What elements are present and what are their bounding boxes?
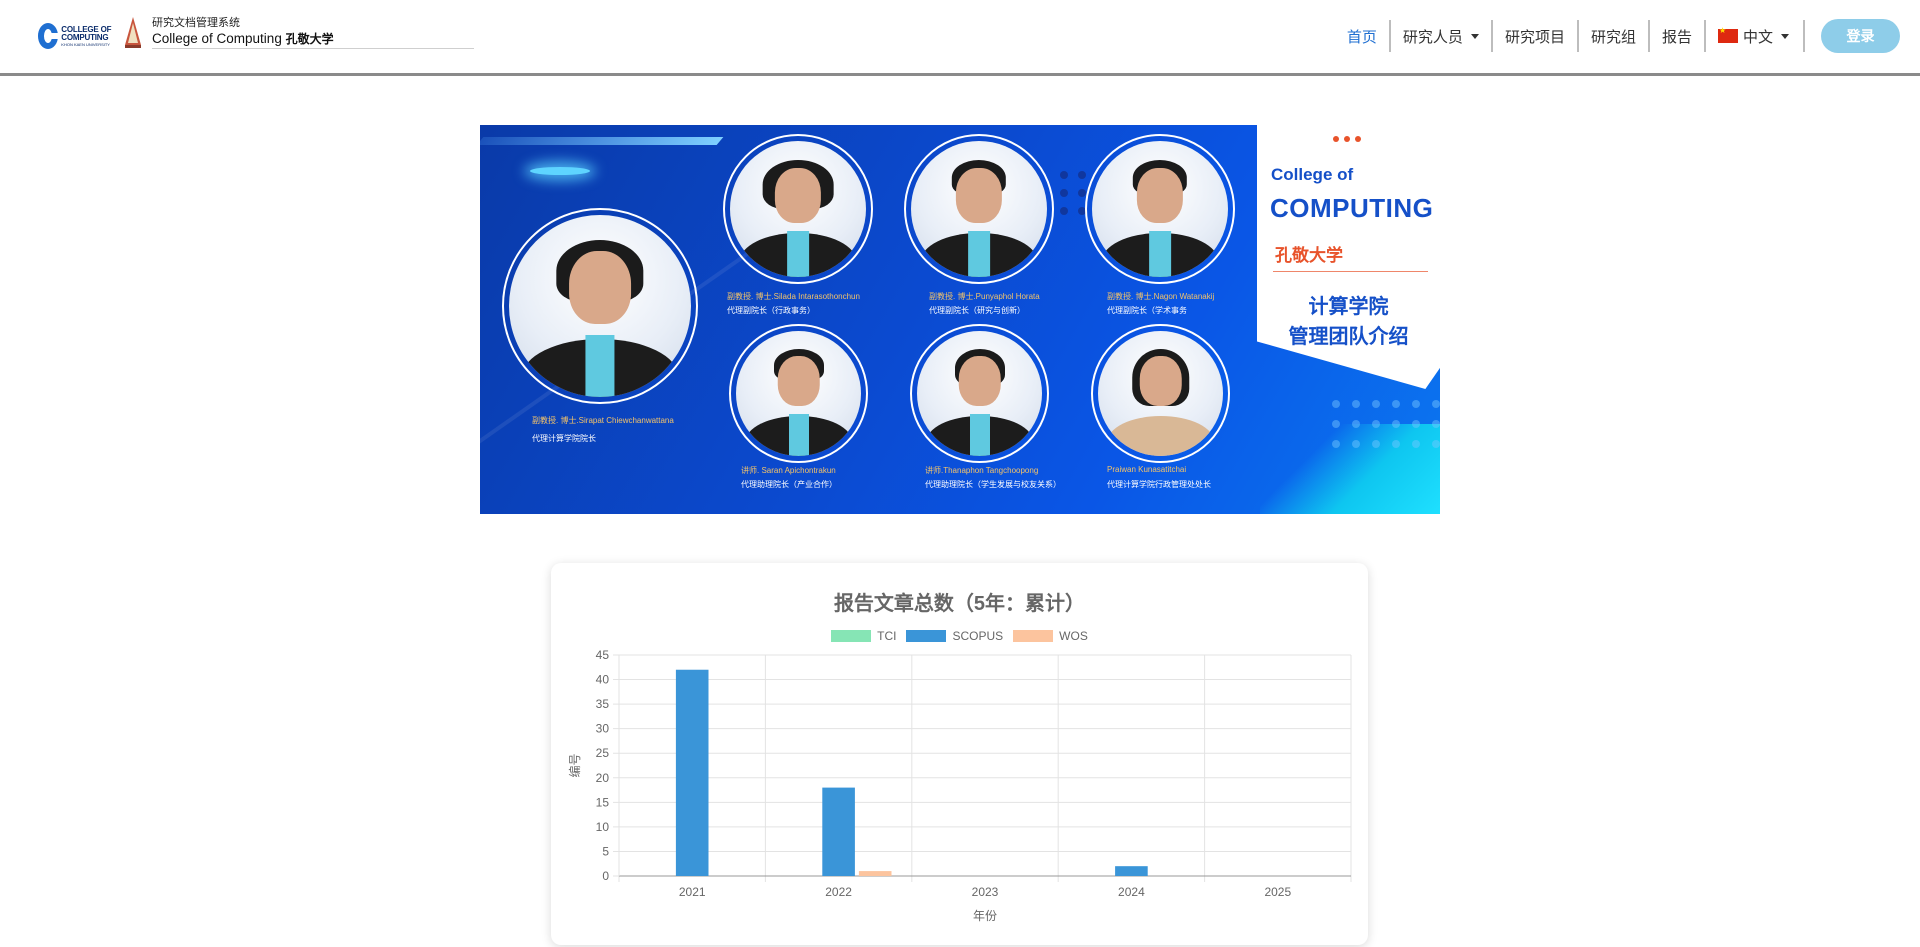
dots-decoration (1333, 136, 1361, 142)
y-tick-label: 10 (596, 820, 610, 834)
person-name: 副教授. 博士.Punyaphol Horata (929, 292, 1040, 301)
person-name: 副教授. 博士.Silada Intarasothonchun (727, 292, 860, 301)
person-name: 讲师.Thanaphon Tangchoopong (925, 466, 1039, 475)
nav-researchers-label: 研究人员 (1402, 28, 1463, 46)
logo-small-text: KHON KAEN UNIVERSITY (61, 41, 110, 47)
card-title-line2: 管理团队介绍 (1288, 326, 1409, 348)
nav-projects[interactable]: 研究项目 (1493, 20, 1579, 52)
person-name: 副教授. 博士.Nagon Watanakij (1107, 292, 1215, 301)
y-tick-label: 25 (596, 746, 610, 760)
nav-home[interactable]: 首页 (1335, 20, 1391, 52)
person-role: 代理副院长（学术事务 (1107, 306, 1187, 315)
person-photo (723, 134, 873, 284)
team-banner-image: 副教授. 博士.Sirapat Chiewchanwattana 代理计算学院院… (480, 125, 1440, 514)
y-tick-label: 40 (596, 673, 610, 687)
person-photo (1091, 324, 1230, 463)
y-tick-label: 20 (596, 771, 610, 785)
bar-wos-2022 (858, 871, 892, 876)
site-title-cn: 孔敬大学 (285, 32, 334, 46)
person-photo (1085, 134, 1235, 284)
x-tick-label: 2024 (1118, 885, 1145, 899)
x-tick-label: 2023 (972, 885, 999, 899)
nav-groups[interactable]: 研究组 (1579, 20, 1650, 52)
c-logo-icon (38, 23, 60, 49)
y-tick-label: 45 (596, 648, 610, 662)
person-role: 代理副院长（研究与创新） (929, 306, 1025, 315)
china-flag-icon (1717, 26, 1738, 43)
card-title-line1: 计算学院 (1308, 296, 1389, 318)
person-name: 讲师. Saran Apichontrakun (741, 466, 836, 475)
y-tick-label: 30 (596, 722, 610, 736)
x-tick-label: 2025 (1264, 885, 1291, 899)
x-tick-label: 2021 (679, 885, 706, 899)
system-subtitle: 研究文档管理系统 (152, 17, 240, 29)
chevron-down-icon (1781, 33, 1789, 39)
card-computing: COMPUTING (1270, 193, 1434, 223)
person-role: 代理计算学院行政管理处处长 (1107, 480, 1211, 489)
university-emblem-icon (122, 16, 144, 50)
person-role: 代理计算学院院长 (532, 434, 596, 443)
brand[interactable]: COLLEGE OF COMPUTING KHON KAEN UNIVERSIT… (38, 16, 474, 56)
articles-chart-card: 报告文章总数（5年：累计） TCI SCOPUS WOS 0 5 10 15 20 25 30 3… (551, 563, 1368, 945)
college-of-computing-logo: COLLEGE OF COMPUTING KHON KAEN UNIVERSIT… (38, 16, 120, 56)
bar-scopus-2021 (675, 669, 709, 876)
bar-scopus-2022 (822, 787, 855, 876)
y-tick-label: 35 (596, 697, 610, 711)
x-tick-label: 2022 (825, 885, 852, 899)
site-title-en: College of Computing (152, 31, 282, 46)
chevron-down-icon (1470, 33, 1479, 39)
bar-scopus-2024 (1115, 866, 1148, 876)
y-tick-label: 5 (602, 844, 609, 858)
language-selector[interactable]: 中文 (1706, 20, 1805, 52)
nav-reports[interactable]: 报告 (1650, 20, 1706, 52)
card-university: 孔敬大学 (1275, 246, 1343, 265)
person-photo (910, 324, 1049, 463)
main-nav: 首页 研究人员 研究项目 研究组 报告 中文 登录 (1335, 18, 1900, 54)
top-navbar: COLLEGE OF COMPUTING KHON KAEN UNIVERSIT… (0, 0, 1920, 76)
language-label: 中文 (1742, 28, 1773, 46)
person-name: 副教授. 博士.Sirapat Chiewchanwattana (532, 416, 674, 425)
banner-info-card: College of COMPUTING 孔敬大学 计算学院 管理团队介绍 (1257, 125, 1440, 389)
site-title: College of Computing 孔敬大学 (152, 30, 474, 49)
person-photo (729, 324, 868, 463)
y-axis-title: 编号 (567, 753, 582, 777)
logo-text: COLLEGE OF COMPUTING (61, 24, 112, 42)
x-axis-title: 年份 (973, 909, 997, 923)
y-tick-label: 0 (602, 869, 609, 883)
person-role: 代理助理院长（产业合作） (741, 480, 837, 489)
person-photo (904, 134, 1054, 284)
bar-chart: 0510152025303540452021 2022 2023 2024 2025年份… (567, 648, 1352, 923)
person-role: 代理助理院长（学生发展与校友关系） (925, 480, 1061, 489)
nav-researchers-dropdown[interactable]: 研究人员 (1391, 20, 1493, 52)
y-tick-label: 15 (596, 795, 610, 809)
person-role: 代理副院长（行政事务） (727, 306, 815, 315)
login-button[interactable]: 登录 (1821, 19, 1900, 53)
person-photo-dean (502, 208, 698, 404)
person-name: Praiwan Kunasatitchai (1107, 465, 1187, 474)
card-college-of: College of (1271, 165, 1354, 184)
